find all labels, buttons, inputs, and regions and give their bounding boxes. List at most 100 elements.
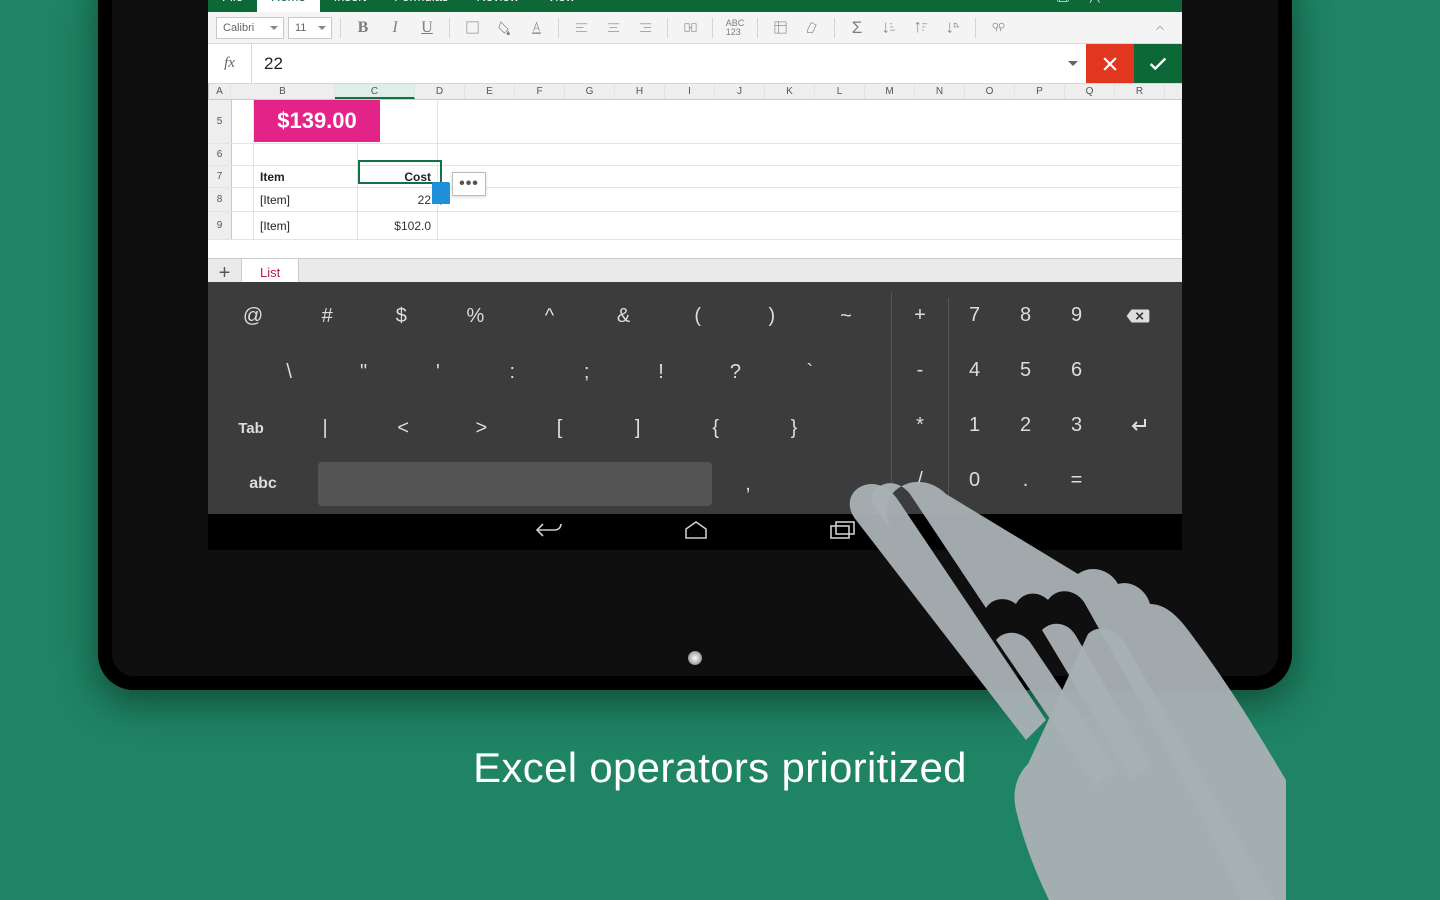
save-icon[interactable] (1046, 0, 1080, 12)
cell-item[interactable]: [Item] (254, 212, 358, 239)
formula-cancel-button[interactable] (1086, 44, 1134, 83)
filter-button[interactable] (939, 16, 967, 40)
key-tilde[interactable]: ~ (809, 288, 883, 344)
spreadsheet-grid[interactable]: A B C D E F G H I J K L M N O P Q R S (208, 84, 1182, 258)
key-percent[interactable]: % (438, 288, 512, 344)
key-3[interactable]: 3 (1051, 398, 1102, 453)
tab-insert[interactable]: Insert (320, 0, 381, 12)
font-select[interactable]: Calibri (216, 17, 284, 39)
nav-recents-icon[interactable] (829, 520, 857, 545)
bold-button[interactable]: B (349, 16, 377, 40)
col-header[interactable]: O (965, 84, 1015, 99)
fill-color-button[interactable] (490, 16, 518, 40)
key-question[interactable]: ? (698, 344, 772, 400)
key-0[interactable]: 0 (949, 453, 1000, 508)
key-backslash[interactable]: \ (252, 344, 326, 400)
border-button[interactable] (458, 16, 486, 40)
col-header[interactable]: J (715, 84, 765, 99)
key-semicolon[interactable]: ; (550, 344, 624, 400)
find-button[interactable] (984, 16, 1012, 40)
col-header[interactable]: S (1165, 84, 1182, 99)
sort-desc-button[interactable] (907, 16, 935, 40)
key-colon[interactable]: : (475, 344, 549, 400)
formula-accept-button[interactable] (1134, 44, 1182, 83)
undo-icon[interactable] (1114, 0, 1148, 12)
merge-button[interactable] (676, 16, 704, 40)
key-comma[interactable]: , (720, 456, 776, 512)
key-enter[interactable] (1102, 398, 1174, 453)
key-1[interactable]: 1 (949, 398, 1000, 453)
key-abc-toggle[interactable]: abc (216, 456, 310, 512)
cell-styles-button[interactable] (766, 16, 794, 40)
key-caret[interactable]: ^ (512, 288, 586, 344)
tab-formulas[interactable]: Formulas (380, 0, 462, 12)
key-equals[interactable]: = (1051, 453, 1102, 508)
align-left-button[interactable] (567, 16, 595, 40)
key-9[interactable]: 9 (1051, 288, 1102, 343)
sort-asc-button[interactable] (875, 16, 903, 40)
col-header[interactable]: M (865, 84, 915, 99)
key-gt[interactable]: > (442, 400, 520, 456)
row-header[interactable]: 7 (208, 166, 232, 187)
row-header[interactable]: 5 (208, 100, 232, 143)
col-header[interactable]: F (515, 84, 565, 99)
selection-handle[interactable] (432, 182, 450, 204)
nav-home-icon[interactable] (683, 520, 709, 545)
share-icon[interactable] (1080, 0, 1114, 12)
col-header[interactable]: C (335, 84, 415, 99)
tab-home[interactable]: Home (257, 0, 320, 12)
row-header[interactable]: 8 (208, 188, 232, 211)
col-header[interactable]: E (465, 84, 515, 99)
key-4[interactable]: 4 (949, 343, 1000, 398)
key-backspace[interactable] (1102, 288, 1174, 343)
key-at[interactable]: @ (216, 288, 290, 344)
key-divide[interactable]: / (892, 453, 948, 508)
key-excl[interactable]: ! (624, 344, 698, 400)
key-squote[interactable]: ' (401, 344, 475, 400)
col-header[interactable]: A (209, 84, 231, 99)
autosum-button[interactable]: Σ (843, 16, 871, 40)
cell-item[interactable]: [Item] (254, 188, 358, 211)
col-header[interactable]: N (915, 84, 965, 99)
tab-review[interactable]: Review (462, 0, 533, 12)
key-minus[interactable]: - (892, 343, 948, 398)
tab-view[interactable]: View (533, 0, 589, 12)
key-lt[interactable]: < (364, 400, 442, 456)
tab-file[interactable]: File (208, 0, 257, 12)
key-pipe[interactable]: | (286, 400, 364, 456)
key-5[interactable]: 5 (1000, 343, 1051, 398)
key-8[interactable]: 8 (1000, 288, 1051, 343)
italic-button[interactable]: I (381, 16, 409, 40)
font-size-select[interactable]: 11 (288, 17, 332, 39)
key-amp[interactable]: & (587, 288, 661, 344)
key-6[interactable]: 6 (1051, 343, 1102, 398)
clear-button[interactable] (798, 16, 826, 40)
key-dot[interactable]: . (1000, 453, 1051, 508)
key-rbracket[interactable]: ] (599, 400, 677, 456)
cell-cost[interactable]: 22 (358, 188, 438, 211)
col-header[interactable]: Q (1065, 84, 1115, 99)
collapse-ribbon-button[interactable] (1146, 16, 1174, 40)
key-multiply[interactable]: * (892, 398, 948, 453)
col-header[interactable]: P (1015, 84, 1065, 99)
font-color-button[interactable] (522, 16, 550, 40)
col-header[interactable]: D (415, 84, 465, 99)
col-header[interactable]: I (665, 84, 715, 99)
col-header[interactable]: K (765, 84, 815, 99)
redo-icon[interactable] (1148, 0, 1182, 12)
key-7[interactable]: 7 (949, 288, 1000, 343)
row-header[interactable]: 6 (208, 144, 232, 165)
key-rparen[interactable]: ) (735, 288, 809, 344)
nav-back-icon[interactable] (533, 520, 563, 545)
number-format-button[interactable]: ABC123 (721, 16, 749, 40)
key-dquote[interactable]: " (326, 344, 400, 400)
align-center-button[interactable] (599, 16, 627, 40)
key-tab[interactable]: Tab (216, 400, 286, 456)
formula-input[interactable]: 22 (252, 44, 1060, 83)
key-2[interactable]: 2 (1000, 398, 1051, 453)
key-lbrace[interactable]: { (677, 400, 755, 456)
align-right-button[interactable] (631, 16, 659, 40)
key-dollar[interactable]: $ (364, 288, 438, 344)
col-header[interactable]: H (615, 84, 665, 99)
col-header[interactable]: R (1115, 84, 1165, 99)
